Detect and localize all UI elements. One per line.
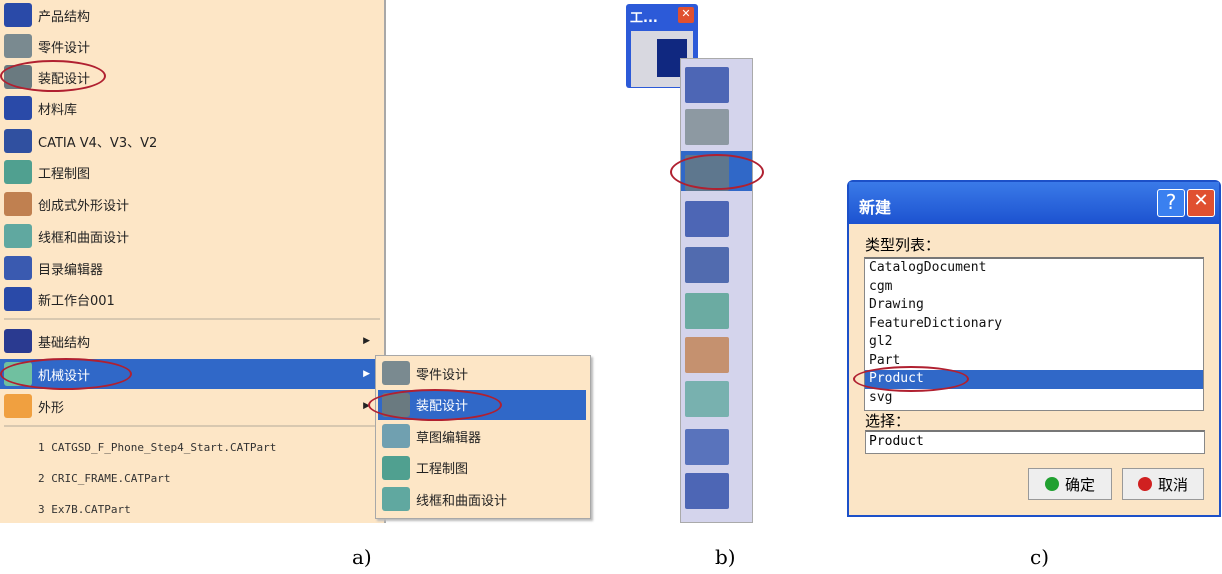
sketcher-icon (382, 424, 410, 448)
drafting-icon[interactable] (685, 293, 729, 329)
workbench-toolbar (680, 58, 753, 523)
menu-item-label: 零件设计 (416, 367, 469, 383)
shape-icon (4, 394, 32, 418)
type-list-item[interactable]: Drawing (865, 296, 1203, 315)
ok-button[interactable]: 确定 (1028, 468, 1112, 500)
menu-item-label: 创成式外形设计 (38, 198, 130, 214)
gear-icon (382, 361, 410, 385)
wireframe-surface-icon[interactable] (685, 381, 729, 417)
menu-item[interactable]: 线框和曲面设计 (0, 221, 380, 251)
menu-item[interactable]: 零件设计 (378, 358, 586, 388)
hammer-icon (4, 287, 32, 311)
drafting-icon (4, 160, 32, 184)
separator (4, 425, 380, 427)
type-list-item[interactable]: cgm (865, 278, 1203, 297)
menu-item-label: 产品结构 (38, 9, 91, 25)
menu-item[interactable]: 创成式外形设计 (0, 189, 380, 219)
caption-a: a) (352, 545, 372, 569)
annotation-ellipse (0, 358, 132, 390)
menu-item-label: 目录编辑器 (38, 262, 104, 278)
wireframe-surface-icon (4, 224, 32, 248)
menu-item[interactable]: 目录编辑器 (0, 253, 380, 283)
gear-icon[interactable] (685, 109, 729, 145)
cancel-label: 取消 (1157, 475, 1188, 494)
annotation-ellipse (368, 389, 502, 421)
infrastructure-icon (4, 329, 32, 353)
submenu-arrow-icon: ▶ (363, 336, 370, 346)
help-button[interactable]: ? (1157, 189, 1185, 217)
drafting-icon (382, 455, 410, 480)
menu-item-label: 外形 (38, 400, 65, 416)
menu-item-label: CATIA V4、V3、V2 (38, 135, 158, 151)
catalog-editor-icon[interactable] (685, 429, 729, 465)
menu-item-label: 新工作台001 (38, 293, 115, 309)
menu-item-label: 工程制图 (416, 462, 469, 477)
menu-item[interactable]: CATIA V4、V3、V2 (0, 126, 380, 156)
menu-item[interactable]: 新工作台001 (0, 284, 380, 314)
caption-b: b) (715, 545, 736, 569)
menu-item[interactable]: 外形 ▶ (0, 391, 380, 421)
annotation-ellipse (670, 154, 764, 190)
gear-icon (4, 34, 32, 58)
type-list-item[interactable]: FeatureDictionary (865, 315, 1203, 334)
annotation-ellipse (0, 60, 106, 92)
catalog-editor-icon (4, 256, 32, 280)
menu-item-label: 基础结构 (38, 335, 91, 351)
product-structure-icon[interactable] (685, 67, 729, 103)
menu-item-label: 草图编辑器 (416, 430, 482, 446)
selection-input[interactable]: Product (865, 430, 1205, 454)
annotation-ellipse (853, 366, 969, 392)
close-button[interactable]: ✕ (1187, 189, 1215, 217)
cancel-button[interactable]: 取消 (1122, 468, 1204, 500)
shape-design-icon[interactable] (685, 337, 729, 373)
selection-label: 选择： (865, 412, 911, 430)
window-title: 工... (630, 11, 658, 26)
material-library-icon (4, 96, 32, 120)
catia-icon[interactable] (685, 247, 729, 283)
menu-item-label: 工程制图 (38, 166, 91, 182)
wireframe-surface-icon (382, 487, 410, 511)
menu-item[interactable]: 基础结构 ▶ (0, 326, 380, 356)
ok-icon (1044, 477, 1059, 491)
submenu-arrow-icon: ▶ (363, 369, 370, 379)
type-list-label: 类型列表： (865, 236, 941, 254)
menu-item[interactable]: 草图编辑器 (378, 421, 586, 451)
recent-file[interactable]: 1 CATGSD_F_Phone_Step4_Start.CATPart (38, 441, 276, 454)
product-structure-icon (4, 3, 32, 27)
dialog-title: 新建 (859, 198, 892, 217)
menu-item[interactable]: 工程制图 (378, 453, 586, 483)
type-list-item[interactable]: CatalogDocument (865, 259, 1203, 278)
menu-item[interactable]: 零件设计 (0, 31, 380, 61)
material-library-icon[interactable] (685, 201, 729, 237)
cancel-icon (1137, 477, 1152, 491)
caption-c: c) (1030, 545, 1050, 569)
separator (4, 318, 380, 320)
menu-item[interactable]: 产品结构 (0, 0, 380, 30)
menu-item[interactable]: 材料库 (0, 93, 380, 123)
close-icon[interactable]: ✕ (678, 7, 694, 23)
menu-item-label: 材料库 (38, 102, 78, 118)
recent-file[interactable]: 3 Ex7B.CATPart (38, 503, 131, 516)
menu-item-label: 线框和曲面设计 (38, 230, 130, 246)
menu-item-label: 零件设计 (38, 40, 91, 56)
hammer-icon[interactable] (685, 473, 729, 509)
type-list-item[interactable]: gl2 (865, 333, 1203, 352)
menu-item[interactable]: 工程制图 (0, 157, 380, 187)
recent-file[interactable]: 2 CRIC_FRAME.CATPart (38, 472, 170, 485)
new-document-dialog: 新建 ? ✕ 类型列表： CatalogDocument cgm Drawing Fe… (847, 180, 1221, 517)
mechanical-design-submenu: 零件设计 装配设计 草图编辑器 工程制图 线框和曲面设计 (375, 355, 591, 519)
catia-icon (4, 129, 32, 153)
ok-label: 确定 (1064, 475, 1095, 494)
menu-item-label: 线框和曲面设计 (416, 493, 508, 509)
menu-item[interactable]: 线框和曲面设计 (378, 484, 586, 514)
shape-design-icon (4, 192, 32, 216)
